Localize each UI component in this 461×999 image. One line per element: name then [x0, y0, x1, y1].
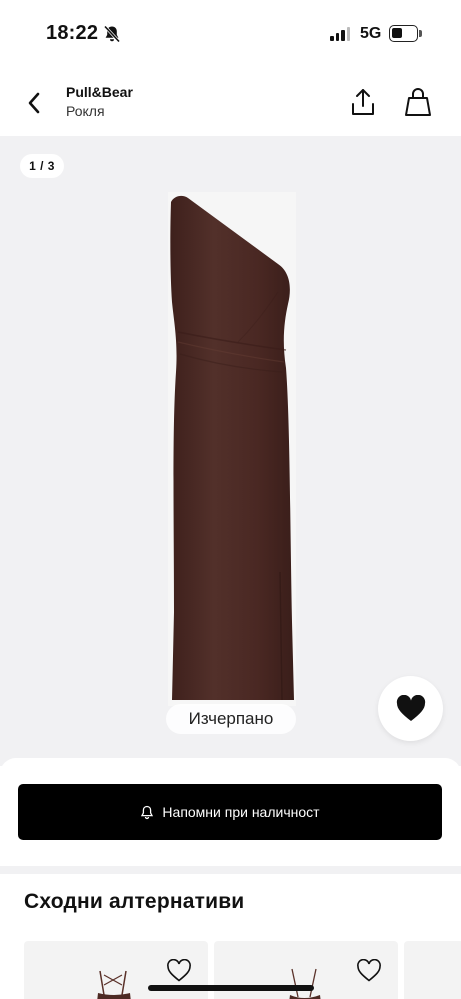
favorite-button[interactable]: [378, 676, 443, 741]
battery-icon: [389, 25, 418, 42]
section-divider: [0, 866, 461, 874]
status-time: 18:22: [46, 22, 99, 44]
bell-icon: [141, 805, 154, 819]
section-title: Сходни алтернативи: [24, 890, 245, 913]
share-button[interactable]: [348, 86, 378, 118]
notify-button-label: Напомни при наличност: [162, 804, 320, 820]
product-gallery[interactable]: 1 / 3 Изчерпано: [0, 136, 461, 766]
similar-alternatives-section: Сходни алтернативи: [0, 874, 461, 999]
product-card[interactable]: [404, 941, 461, 999]
image-counter: 1 / 3: [20, 154, 64, 178]
product-category: Рокля: [66, 103, 105, 119]
status-bar: 18:22 5G: [0, 0, 461, 70]
heart-outline-icon[interactable]: [356, 959, 382, 983]
back-chevron-icon: [28, 92, 40, 114]
product-header: Pull&Bear Рокля: [0, 70, 461, 136]
action-sheet: Напомни при наличност: [0, 758, 461, 866]
share-icon: [352, 89, 374, 115]
back-button[interactable]: [20, 88, 48, 118]
notify-when-available-button[interactable]: Напомни при наличност: [18, 784, 442, 840]
bell-off-icon: [102, 24, 122, 44]
heart-icon: [396, 694, 425, 721]
network-label: 5G: [360, 25, 382, 42]
brand-name: Pull&Bear: [66, 84, 133, 100]
shopping-bag-icon: [405, 88, 431, 116]
dress-image: [170, 195, 294, 701]
shopping-bag-button[interactable]: [403, 86, 433, 118]
sold-out-badge: Изчерпано: [166, 704, 296, 734]
heart-outline-icon[interactable]: [166, 959, 192, 983]
home-indicator: [148, 985, 314, 991]
signal-icon: [330, 27, 350, 41]
battery-tip: [419, 30, 422, 37]
